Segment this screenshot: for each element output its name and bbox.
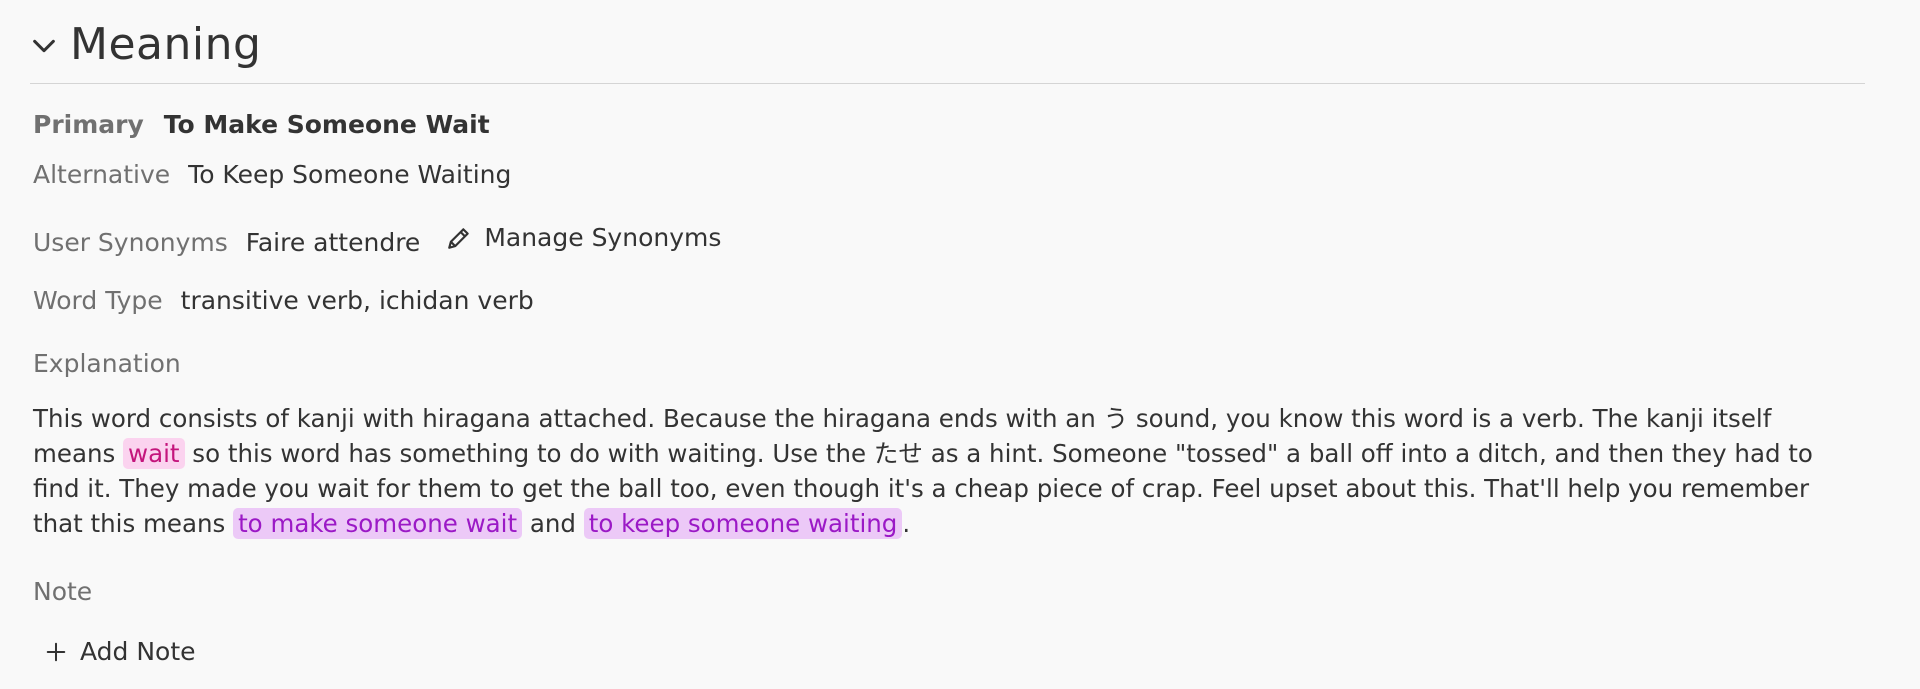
alternative-value: To Keep Someone Waiting (188, 160, 512, 189)
chevron-down-icon[interactable] (30, 32, 58, 60)
vocabulary-highlight: to make someone wait (233, 508, 523, 539)
vocabulary-highlight: to keep someone waiting (583, 508, 903, 539)
section-title: Meaning (70, 19, 262, 70)
add-note-label: Add Note (80, 637, 196, 666)
note-heading-row: Note (33, 577, 110, 606)
explanation-heading-row: Explanation (33, 349, 199, 378)
explanation-text: This word consists of kanji with hiragan… (33, 401, 1843, 541)
add-note-button[interactable]: Add Note (45, 637, 196, 666)
word-type-label: Word Type (33, 286, 163, 315)
kanji-highlight: wait (123, 438, 185, 469)
manage-synonyms-button[interactable]: Manage Synonyms (420, 223, 721, 252)
explanation-text-part: . (902, 509, 911, 538)
manage-synonyms-label: Manage Synonyms (484, 223, 722, 252)
section-header[interactable]: Meaning (30, 14, 1865, 84)
word-type-row: Word Type transitive verb, ichidan verb (33, 286, 534, 315)
pencil-icon (448, 227, 470, 249)
primary-label: Primary (33, 110, 144, 139)
note-label: Note (33, 577, 93, 606)
user-synonyms-label: User Synonyms (33, 227, 228, 257)
meaning-section: Meaning Primary To Make Someone Wait Alt… (0, 0, 1920, 689)
primary-meaning-row: Primary To Make Someone Wait (33, 110, 490, 139)
user-synonym-value: Faire attendre (245, 227, 421, 257)
user-synonyms-row: User Synonyms Faire attendre Manage Syno… (33, 223, 721, 257)
word-type-value: transitive verb, ichidan verb (180, 286, 534, 315)
explanation-text-part: and (522, 509, 584, 538)
explanation-label: Explanation (33, 349, 181, 378)
plus-icon (46, 642, 66, 661)
alternative-label: Alternative (33, 160, 171, 189)
primary-value: To Make Someone Wait (163, 110, 490, 139)
alternative-meaning-row: Alternative To Keep Someone Waiting (33, 160, 511, 189)
